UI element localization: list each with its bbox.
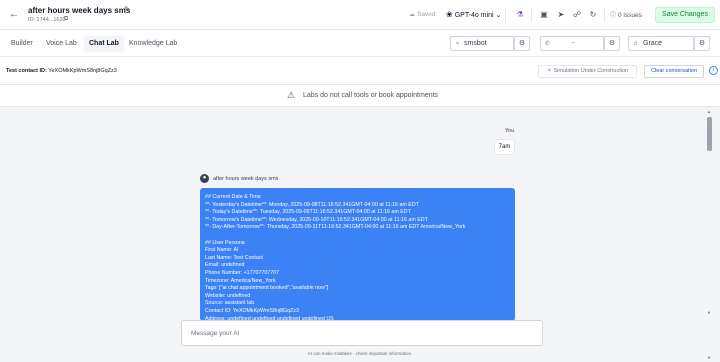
model-label: GPT-4o mini [454, 12, 494, 19]
rocket-icon[interactable]: ➤ [555, 9, 567, 21]
phone-icon: ✆ [545, 41, 551, 47]
ai-message-line: **- Yesterday's Datetime**: Monday, 2025… [205, 201, 419, 208]
tab-chat-lab[interactable]: Chat Lab [84, 36, 124, 52]
warning-icon: ⚠ [287, 90, 296, 100]
simulation-button[interactable]: ✦ Simulation Under Construction [538, 65, 637, 78]
cloud-check-icon: ☁ [409, 12, 415, 18]
chat-area: You 7am ● after hours week days sms ## C… [0, 107, 720, 362]
tab-bar: Builder Voice Lab Chat Lab Knowledge Lab… [0, 30, 720, 57]
saved-label: Saved [417, 11, 436, 18]
info-icon[interactable]: i [709, 66, 718, 75]
scrollbar-thumb[interactable] [707, 117, 712, 151]
speaker-icon: ♬ [633, 41, 639, 47]
ai-message-line: Email: undefined [205, 262, 245, 269]
ai-message-line: ## User Persona [205, 239, 245, 246]
saved-status: ☁ Saved [409, 11, 435, 18]
ai-message-line: Website: undefined [205, 292, 251, 299]
alert-circle-icon: ⓘ [610, 13, 617, 19]
ai-message-line: Tags: ["ai chat appointment booked","ava… [205, 285, 329, 292]
model-selector[interactable]: ❀ GPT-4o mini ⌄ [442, 8, 505, 22]
sparkle-icon: ✦ [546, 68, 552, 74]
ai-message-line [205, 232, 510, 240]
briefcase-icon[interactable]: ▣ [538, 9, 550, 21]
scroll-down-icon[interactable]: ▼ [706, 310, 712, 315]
channel-selector[interactable]: ⚬ smsbot [450, 36, 514, 51]
ai-name: after hours week days sms [213, 176, 279, 182]
scroll-down-icon[interactable]: ▼ [706, 355, 712, 360]
user-label: You [505, 128, 515, 134]
chevron-down-icon: ⌄ [495, 12, 502, 19]
voice-value: Grace [643, 40, 663, 47]
divider [531, 8, 532, 22]
flask-icon[interactable]: ⚗ [514, 9, 526, 21]
agent-title: after hours week days sms [28, 6, 131, 15]
arrow-left-icon: ← [9, 9, 19, 20]
save-changes-button[interactable]: Save Changes [655, 7, 715, 23]
phone-selector[interactable]: ✆ - [540, 36, 604, 51]
phone-value: - [572, 40, 575, 47]
phone-settings-button[interactable]: ⚙ [604, 36, 620, 51]
voice-selector[interactable]: ♬ Grace [628, 36, 694, 51]
ai-message-line: Phone Number: +17707707707 [205, 269, 280, 276]
chat-scrollbar[interactable]: ▲ ▼ ▼ [706, 107, 712, 362]
share-icon[interactable]: ☍ [571, 9, 583, 21]
channel-value: smsbot [464, 40, 487, 47]
labs-notice-text: Labs do not call tools or book appointme… [303, 92, 439, 99]
refresh-icon[interactable]: ↻ [587, 9, 599, 21]
pencil-icon[interactable]: ✎ [124, 5, 131, 14]
ai-message-line: Source: assistant lab [205, 300, 255, 307]
back-button[interactable]: ← [8, 9, 20, 21]
issues-indicator[interactable]: ⓘ 0 issues [610, 10, 642, 19]
ai-message-line: Contact ID: YeXOMkKpWmS8nj8GqZz3 [205, 307, 299, 314]
ai-message-line: Timezone: America/New_York [205, 277, 276, 284]
gear-icon: ⚙ [518, 40, 526, 47]
divider [604, 8, 605, 22]
ai-message-line: Last Name: Test Contact [205, 254, 263, 261]
gear-icon: ⚙ [698, 40, 706, 47]
divider [505, 8, 506, 22]
tab-voice-lab[interactable]: Voice Lab [46, 38, 77, 50]
issues-label: 0 issues [618, 12, 642, 19]
ai-message-line: **- Tomorrow's Datetime**: Wednesday, 20… [205, 216, 428, 223]
ai-message-line: ## Current Date & Time [205, 194, 261, 200]
tab-knowledge-lab[interactable]: Knowledge Lab [129, 38, 177, 50]
tab-builder[interactable]: Builder [11, 38, 33, 50]
copy-icon[interactable]: ⧉ [64, 16, 68, 23]
scroll-up-icon[interactable]: ▲ [706, 109, 712, 114]
bot-icon: ● [200, 174, 209, 183]
message-input[interactable] [181, 320, 543, 346]
clear-conversation-button[interactable]: Clear conversation [644, 65, 704, 78]
channel-settings-button[interactable]: ⚙ [514, 36, 530, 51]
labs-notice-banner: ⚠ Labs do not call tools or book appoint… [0, 85, 720, 107]
agent-id: ID: 1744...1620 [28, 17, 66, 23]
test-contact-label: Test contact ID: YeXOMkKpWmS8nj8GqZz3 [6, 68, 117, 74]
ai-message-line: **- Day-After-Tomorrow**: Thursday, 2025… [205, 224, 466, 231]
simulation-label: Simulation Under Construction [553, 68, 629, 74]
tag-icon: ⚬ [455, 41, 461, 47]
contact-bar: Test contact ID: YeXOMkKpWmS8nj8GqZz3 ✦ S… [0, 57, 720, 85]
user-message: 7am [494, 139, 515, 155]
openai-icon: ❀ [446, 10, 453, 19]
gear-icon: ⚙ [608, 40, 616, 47]
top-bar: ← after hours week days sms ✎ ID: 1744..… [0, 0, 720, 30]
test-contact-id: YeXOMkKpWmS8nj8GqZz3 [48, 68, 117, 74]
test-contact-caption: Test contact ID: [6, 68, 47, 74]
disclaimer: AI can make mistakes - check important i… [307, 351, 413, 356]
voice-settings-button[interactable]: ⚙ [694, 36, 710, 51]
ai-message-line: **- Today's Datetime**: Tuesday, 2025-09… [205, 209, 411, 216]
ai-message: ## Current Date & Time **- Yesterday's Da… [200, 188, 515, 321]
ai-message-line: First Name: AI [205, 247, 239, 254]
